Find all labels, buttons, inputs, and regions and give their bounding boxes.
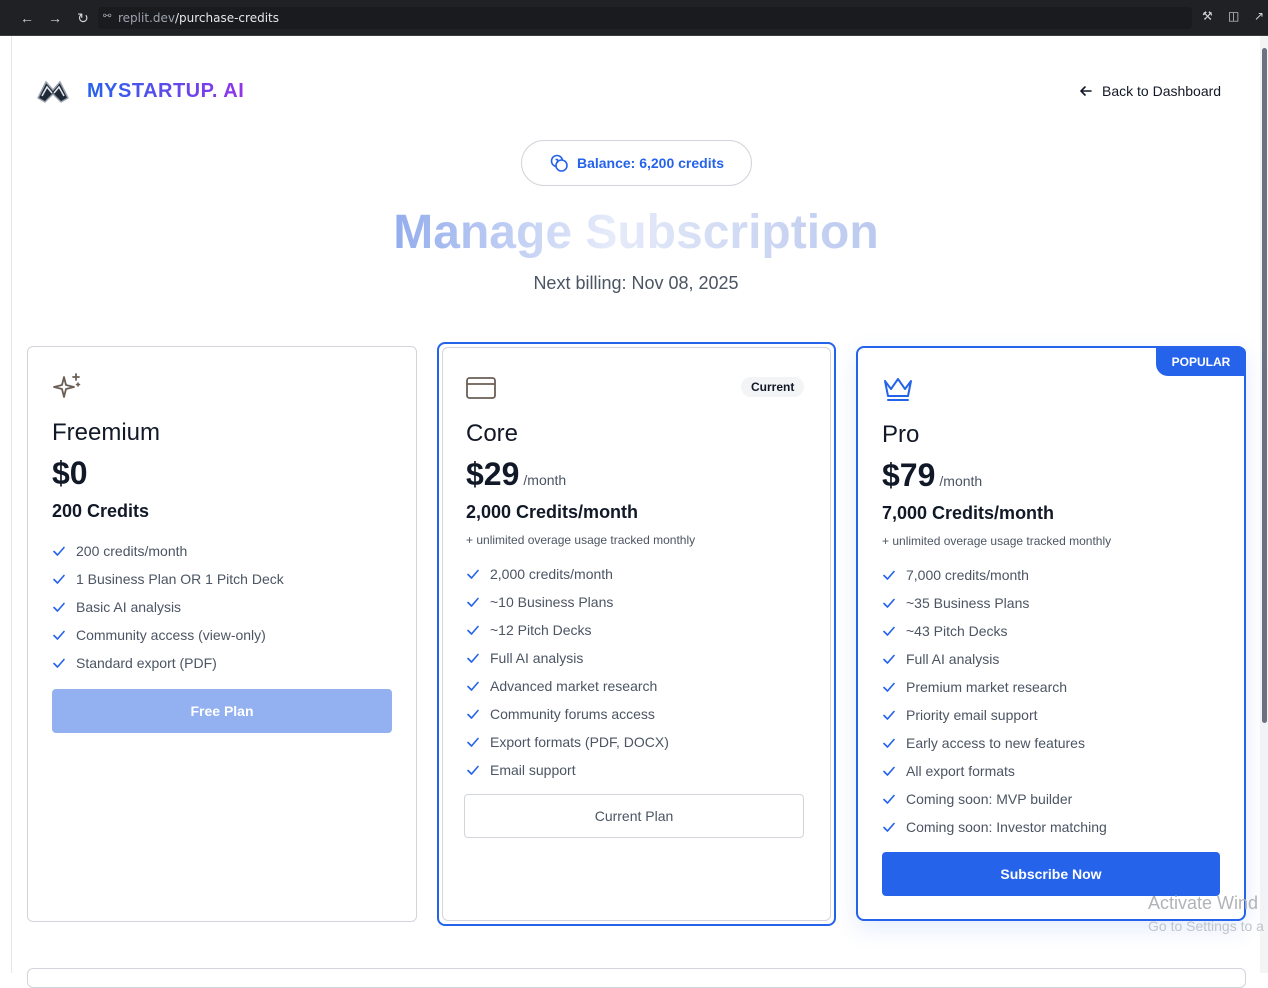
balance-badge: Balance: 6,200 credits <box>521 140 752 186</box>
feature-item: 200 credits/month <box>52 537 284 565</box>
plan-credits: 7,000 Credits/month <box>882 503 1055 523</box>
feature-item: 1 Business Plan OR 1 Pitch Deck <box>52 565 284 593</box>
check-icon <box>467 569 479 579</box>
plan-card-freemium: Freemium $0 200 Credits 200 credits/mont… <box>27 346 417 922</box>
feature-list: 200 credits/month 1 Business Plan OR 1 P… <box>52 537 284 677</box>
check-icon <box>53 658 65 668</box>
feature-item: Basic AI analysis <box>52 593 284 621</box>
plan-overage-note: + unlimited overage usage tracked monthl… <box>466 533 696 547</box>
activation-watermark: Activate Wind <box>1148 893 1259 913</box>
feature-item: Premium market research <box>882 673 1107 701</box>
check-icon <box>883 570 895 580</box>
plan-card-pro: POPULAR Pro $79/month 7,000 Credits/mont… <box>856 346 1246 921</box>
feature-item: All export formats <box>882 757 1107 785</box>
feature-item: ~35 Business Plans <box>882 589 1107 617</box>
plan-price: $0 <box>52 455 88 491</box>
feature-item: ~12 Pitch Decks <box>466 616 669 644</box>
check-icon <box>883 626 895 636</box>
link-icon: ⚯ <box>103 11 112 22</box>
plan-credits: 2,000 Credits/month <box>466 502 639 522</box>
wrench-icon[interactable]: ⚒ <box>1202 9 1218 25</box>
url-text: replit.dev/purchase-credits <box>118 11 279 25</box>
next-section-card <box>27 968 1246 988</box>
free-plan-button[interactable]: Free Plan <box>52 689 392 733</box>
crown-icon <box>884 378 912 401</box>
reload-icon[interactable]: ↻ <box>74 9 92 27</box>
check-icon <box>467 653 479 663</box>
feature-item: ~10 Business Plans <box>466 588 669 616</box>
feature-item: ~43 Pitch Decks <box>882 617 1107 645</box>
check-icon <box>467 681 479 691</box>
plan-period: /month <box>939 473 983 489</box>
devices-icon[interactable]: ◫ <box>1228 9 1244 25</box>
check-icon <box>467 625 479 635</box>
check-icon <box>467 765 479 775</box>
plan-price: $79/month <box>882 457 983 493</box>
feature-item: 7,000 credits/month <box>882 561 1107 589</box>
plan-price: $29/month <box>466 456 567 492</box>
logo-icon <box>37 80 69 103</box>
feature-item: Export formats (PDF, DOCX) <box>466 728 669 756</box>
check-icon <box>883 682 895 692</box>
feature-item: Full AI analysis <box>466 644 669 672</box>
open-external-icon[interactable]: ↗ <box>1254 9 1268 25</box>
plan-name: Freemium <box>52 419 161 446</box>
brand-name[interactable]: MYSTARTUP. AI <box>87 80 244 103</box>
check-icon <box>53 602 65 612</box>
current-badge: Current <box>741 377 805 397</box>
check-icon <box>467 709 479 719</box>
check-icon <box>883 794 895 804</box>
popular-badge: POPULAR <box>1156 347 1246 376</box>
balance-label: Balance: 6,200 credits <box>576 155 725 171</box>
browser-toolbar: ← → ↻ ⚯ replit.dev/purchase-credits ⚒ ◫ … <box>0 0 1268 36</box>
check-icon <box>883 598 895 608</box>
back-icon[interactable]: ← <box>18 9 36 27</box>
arrow-left-icon <box>1080 86 1092 96</box>
feature-list: 7,000 credits/month ~35 Business Plans ~… <box>882 561 1107 841</box>
next-billing-date: Next billing: Nov 08, 2025 <box>533 273 739 293</box>
feature-item: Standard export (PDF) <box>52 649 284 677</box>
check-icon <box>467 597 479 607</box>
check-icon <box>883 654 895 664</box>
plan-name: Core <box>466 420 519 447</box>
feature-item: Priority email support <box>882 701 1107 729</box>
current-plan-button[interactable]: Current Plan <box>464 794 804 838</box>
scrollbar-thumb[interactable] <box>1262 48 1267 723</box>
check-icon <box>467 737 479 747</box>
feature-list: 2,000 credits/month ~10 Business Plans ~… <box>466 560 669 784</box>
check-icon <box>883 738 895 748</box>
activation-watermark-subtitle: Go to Settings to a <box>1148 918 1264 934</box>
check-icon <box>53 574 65 584</box>
address-bar[interactable]: ⚯ replit.dev/purchase-credits <box>98 7 1192 29</box>
feature-item: Community access (view-only) <box>52 621 284 649</box>
plan-period: /month <box>523 472 567 488</box>
credit-card-icon <box>466 377 496 399</box>
page-title: Manage Subscription <box>0 205 1268 260</box>
plan-card-core: Current Core $29/month 2,000 Credits/mon… <box>437 342 836 926</box>
feature-item: 2,000 credits/month <box>466 560 669 588</box>
feature-item: Early access to new features <box>882 729 1107 757</box>
window-edge <box>0 36 12 973</box>
check-icon <box>53 546 65 556</box>
check-icon <box>883 710 895 720</box>
feature-item: Community forums access <box>466 700 669 728</box>
feature-item: Full AI analysis <box>882 645 1107 673</box>
feature-item: Coming soon: Investor matching <box>882 813 1107 841</box>
plan-overage-note: + unlimited overage usage tracked monthl… <box>882 534 1112 548</box>
sparkles-icon <box>53 373 81 398</box>
feature-item: Coming soon: MVP builder <box>882 785 1107 813</box>
feature-item: Advanced market research <box>466 672 669 700</box>
back-to-dashboard-label: Back to Dashboard <box>1102 83 1222 99</box>
feature-item: Email support <box>466 756 669 784</box>
back-to-dashboard-link[interactable]: Back to Dashboard <box>1078 83 1221 99</box>
check-icon <box>883 766 895 776</box>
coins-icon <box>550 154 568 172</box>
subscribe-now-button[interactable]: Subscribe Now <box>882 852 1220 896</box>
check-icon <box>53 630 65 640</box>
plan-credits: 200 Credits <box>52 501 150 521</box>
forward-icon[interactable]: → <box>46 9 64 27</box>
plan-name: Pro <box>882 421 920 448</box>
check-icon <box>883 822 895 832</box>
